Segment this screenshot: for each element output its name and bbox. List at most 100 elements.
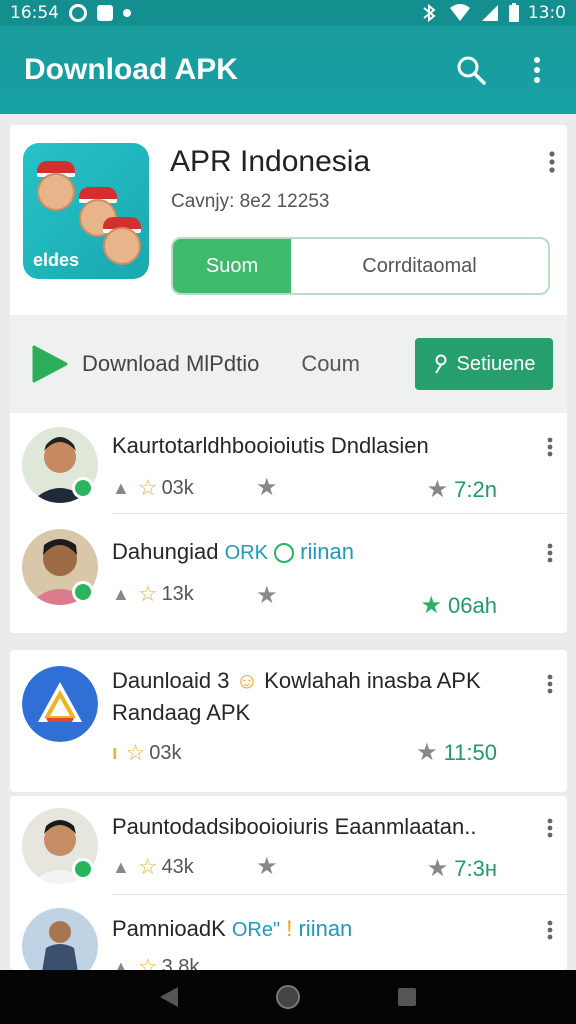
search-button[interactable] [456, 55, 486, 85]
wifi-icon [449, 4, 470, 21]
list-item-title: Pauntodadsibooioiuris Eaanmlaatan.. [112, 814, 477, 839]
recents-button[interactable] [394, 984, 420, 1010]
bars-icon: ı [112, 741, 118, 764]
sync-icon [69, 4, 87, 22]
alert-icon: ! [286, 916, 293, 941]
crown-icon: ▲ [112, 956, 130, 971]
list-item[interactable]: Daunloaid 3 ☺ Kowlahah inasba APK Randaa… [10, 650, 567, 792]
settings-button-label: Setiuene [456, 352, 536, 375]
item-menu-button[interactable] [547, 818, 553, 842]
dot-icon [123, 9, 131, 17]
more-vert-icon [534, 57, 540, 83]
overflow-menu-button[interactable] [522, 55, 552, 85]
title-tag: ORe" [231, 919, 281, 941]
star-outline-icon: ☆ [137, 854, 158, 879]
play-icon[interactable] [28, 344, 68, 384]
avatar [22, 908, 98, 970]
list-item-title-line2: Randaag APK [112, 700, 251, 725]
list-item-title: Daunloaid 3 [112, 668, 230, 693]
more-vert-icon [547, 818, 553, 838]
battery-icon [508, 3, 519, 22]
segment-inactive[interactable]: Corrditaomal [291, 239, 548, 293]
list-item-title: PamnioadK [112, 916, 226, 941]
rating-count: 03k [149, 741, 182, 764]
title-tail: Kowlahah inasba APK [264, 668, 481, 693]
signal-icon [481, 5, 498, 21]
app-logo[interactable]: eldes [23, 143, 149, 279]
app-icon [22, 666, 98, 742]
star-icon: ★ [426, 476, 449, 503]
star-icon: ★ [420, 592, 443, 619]
item-menu-button[interactable] [547, 543, 553, 567]
page-title: Download APK [24, 53, 238, 86]
system-nav-bar [0, 970, 576, 1024]
star-icon: ★ [256, 852, 278, 880]
download-label[interactable]: Download MlPdtio [82, 351, 259, 377]
more-vert-icon [547, 920, 553, 940]
crown-icon: ▲ [112, 856, 130, 877]
more-vert-icon [547, 674, 553, 694]
more-vert-icon [547, 437, 553, 457]
more-vert-icon [547, 543, 553, 563]
segment-active[interactable]: Suom [173, 239, 291, 293]
app-title: APR Indonesia [170, 145, 371, 178]
star-icon: ★ [416, 739, 438, 766]
crown-icon: ▲ [112, 583, 130, 604]
bluetooth-icon [423, 4, 436, 22]
action-strip: Download MlPdtio Coum Setiuene [10, 315, 567, 413]
verified-badge [72, 581, 94, 603]
pin-icon [434, 354, 447, 374]
app-subtitle: Cavnjy: 8e2 12253 [171, 191, 330, 212]
list-card: Pauntodadsibooioiuris Eaanmlaatan.. ▲ ☆ … [10, 796, 567, 970]
search-icon [457, 56, 486, 85]
count-label: Coum [301, 351, 360, 376]
logo-text: eldes [33, 250, 80, 270]
rating-count: 3.8k [161, 955, 200, 971]
star-outline-icon: ☆ [125, 740, 146, 765]
divider [112, 513, 567, 514]
item-menu-button[interactable] [547, 920, 553, 944]
right-value: 11:50 [443, 739, 497, 765]
home-button[interactable] [275, 984, 301, 1010]
title-tag: ORK [224, 542, 268, 564]
item-menu-button[interactable] [547, 674, 553, 698]
list-item-title: Kaurtotarldhbooioiutis Dndlasien [112, 433, 429, 458]
home-icon [275, 985, 300, 1009]
list-item[interactable]: Pauntodadsibooioiuris Eaanmlaatan.. ▲ ☆ … [10, 796, 567, 896]
list-item[interactable]: Kaurtotarldhbooioiutis Dndlasien ▲ ☆ 03k… [10, 425, 567, 525]
rating-count: 03k [161, 476, 194, 499]
list-item[interactable]: PamnioadK ORe" ! riinan ▲ ☆ 3.8k [10, 896, 567, 970]
clock-icon [274, 543, 295, 564]
star-icon: ★ [426, 855, 449, 882]
title-tail: riinan [300, 539, 354, 564]
segmented-control: Suom Corrditaomal [171, 237, 550, 295]
status-time: 16:54 [10, 3, 59, 23]
star-outline-icon: ☆ [137, 581, 158, 606]
title-tail: riinan [298, 916, 353, 941]
right-value: 06ah [448, 592, 497, 618]
right-value: 7:3н [454, 855, 497, 881]
more-vert-icon [549, 151, 555, 173]
star-outline-icon: ☆ [137, 954, 158, 970]
list-item-title: Dahungiad [112, 539, 219, 564]
list-item[interactable]: Dahungiad ORK riinan ▲ ☆ 13k ★ ★ 06ah [10, 525, 567, 631]
list-card: Daunloaid 3 ☺ Kowlahah inasba APK Randaa… [10, 650, 567, 792]
star-icon: ★ [256, 581, 278, 609]
status-bar: 16:54 13:0 [0, 0, 576, 26]
divider [112, 894, 567, 895]
star-outline-icon: ☆ [137, 475, 158, 500]
back-button[interactable] [156, 984, 182, 1010]
verified-badge [72, 477, 94, 499]
settings-button[interactable]: Setiuene [415, 338, 553, 390]
recents-icon [397, 988, 416, 1006]
hero-menu-button[interactable] [549, 151, 555, 177]
star-icon: ★ [256, 473, 278, 501]
verified-badge [72, 858, 94, 880]
item-menu-button[interactable] [547, 437, 553, 461]
emoji-icon: ☺ [235, 668, 259, 693]
battery-level: 13:0 [527, 3, 566, 23]
back-icon [160, 987, 179, 1007]
app-bar: Download APK [0, 26, 576, 114]
rating-count: 43k [161, 855, 194, 878]
app-detail-card: eldes APR Indonesia Cavnjy: 8e2 12253 Su… [10, 125, 567, 633]
